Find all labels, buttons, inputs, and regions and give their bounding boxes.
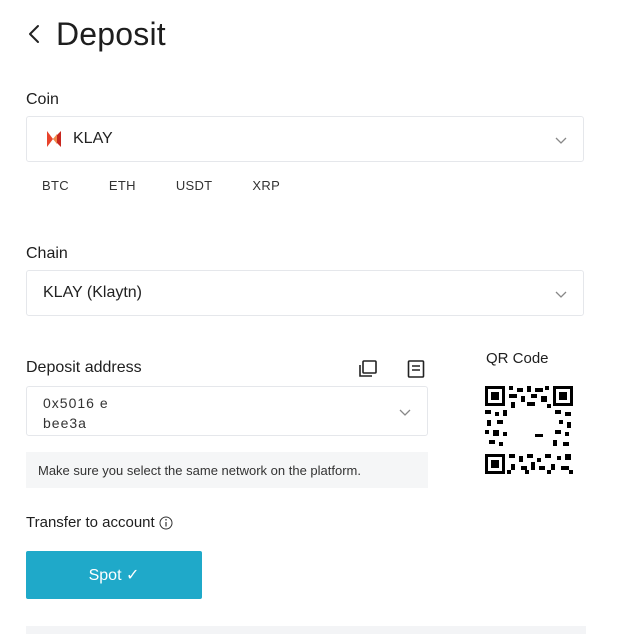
qr-code-label: QR Code [486,350,549,367]
transfer-label-text: Transfer to account [26,514,155,531]
quick-coin-usdt[interactable]: USDT [176,178,213,193]
quick-coin-list: BTC ETH USDT XRP [42,178,320,193]
qr-code-image [485,386,573,474]
header: Deposit [24,14,166,54]
page-title: Deposit [56,15,166,52]
network-warning-note: Make sure you select the same network on… [26,452,428,488]
deposit-address-line-2: bee3a [43,415,87,431]
quick-coin-xrp[interactable]: XRP [252,178,280,193]
coin-select[interactable]: KLAY [26,116,584,162]
chain-selected-value: KLAY (Klaytn) [43,284,143,301]
chevron-down-icon [555,287,567,305]
deposit-address-label: Deposit address [26,359,142,376]
chevron-left-icon[interactable] [24,14,44,54]
chevron-down-icon [555,133,567,151]
chain-select[interactable]: KLAY (Klaytn) [26,270,584,316]
transfer-to-account-label: Transfer to account [26,514,173,531]
quick-coin-eth[interactable]: ETH [109,178,136,193]
chain-label: Chain [26,245,68,262]
document-icon[interactable] [407,360,425,383]
deposit-address-field[interactable]: 0x5016 e bee3a [26,386,428,436]
coin-selected-value: KLAY [73,130,113,147]
info-icon[interactable] [159,516,173,530]
chevron-down-icon[interactable] [399,405,411,423]
klaytn-logo-icon [43,128,65,150]
deposit-address-line-1: 0x5016 e [43,395,109,411]
coin-label: Coin [26,91,59,108]
spot-account-button[interactable]: Spot ✓ [26,551,202,599]
quick-coin-btc[interactable]: BTC [42,178,69,193]
copy-icon[interactable] [358,360,378,383]
